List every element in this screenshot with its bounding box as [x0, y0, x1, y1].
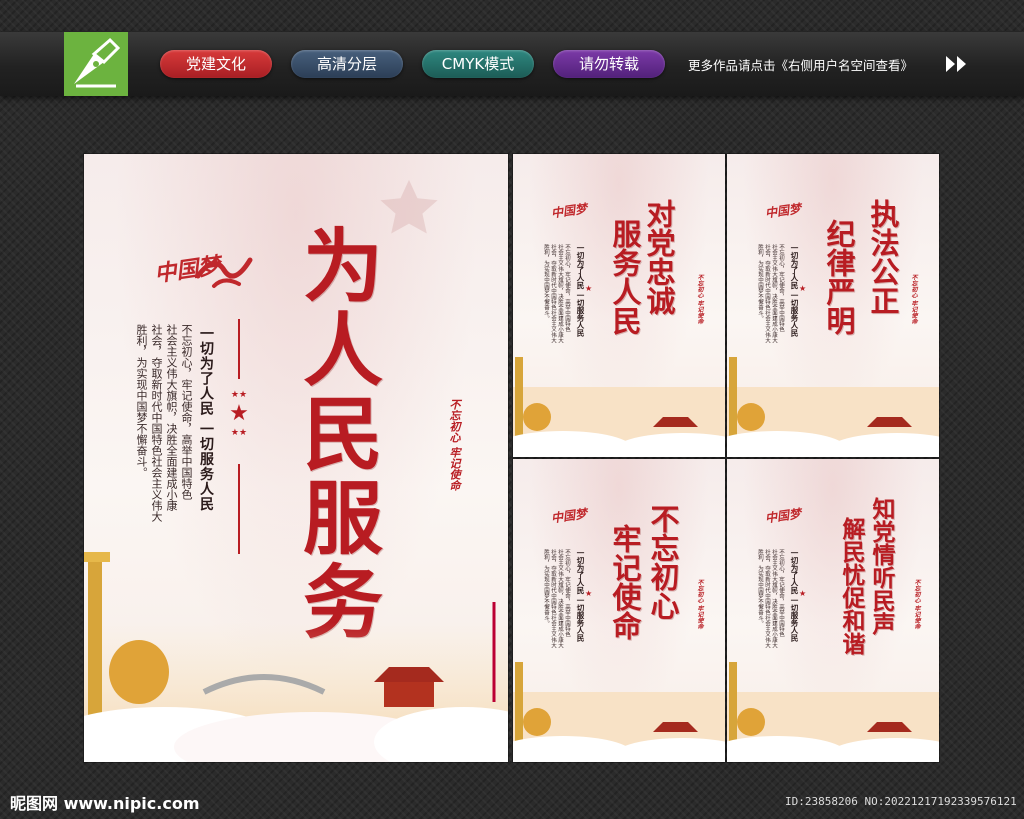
small-body-2: 社会主义伟大旗帜，决胜全面建成小康大	[771, 244, 777, 343]
site-logo[interactable]	[64, 32, 128, 96]
small-poster-2: 中国梦 执法公正 纪律严明 一切为了人民 一切服务人民 不忘初心，牢记使命，高举…	[727, 154, 939, 457]
tag-party-culture[interactable]: 党建文化	[160, 50, 272, 78]
small-title-b: 牢记使命	[608, 524, 642, 640]
small-title-b: 解民忧促和谐	[838, 517, 865, 655]
small-body-1: 不忘初心，牢记使命，高举中国特色	[564, 244, 570, 332]
tag-no-repost[interactable]: 请勿转载	[553, 50, 665, 78]
small-poster-3: 中国梦 不忘初心 牢记使命 一切为了人民 一切服务人民 不忘初心，牢记使命，高举…	[513, 459, 725, 762]
small-title-a: 知党情听民声	[868, 497, 895, 635]
stars-ornament: ★	[585, 284, 593, 293]
china-dream-brand: 中国梦	[550, 506, 588, 526]
stars-ornament: ★	[585, 589, 593, 598]
small-title-b: 服务人民	[608, 219, 642, 335]
small-title-a: 对党忠诚	[642, 199, 676, 315]
china-dream-brush-icon	[195, 257, 253, 288]
landmark-cloud-scene	[513, 357, 725, 457]
small-body-3: 社会，夺取新时代中国特色社会主义伟大	[550, 244, 556, 343]
slogan-divider-top	[238, 319, 240, 379]
main-poster: 中国梦 为人民服务 一切为了人民 一切服务人民 ★★ ★ ★★ 不忘初心，牢记使命，…	[84, 154, 508, 762]
small-title-a: 不忘初心	[646, 504, 680, 620]
small-body-1: 不忘初心，牢记使命，高举中国特色	[778, 549, 784, 637]
stars-ornament: ★	[799, 589, 807, 598]
more-works-hint[interactable]: 更多作品请点击《右侧用户名空间查看》	[688, 55, 913, 74]
small-body-4: 胜利，为实现中国梦不懈奋斗。	[757, 549, 763, 626]
small-body-3: 社会，夺取新时代中国特色社会主义伟大	[764, 549, 770, 648]
small-stamp: 不忘初心 牢记使命	[696, 579, 703, 630]
landmark-cloud-scene	[727, 662, 939, 762]
small-body-4: 胜利，为实现中国梦不懈奋斗。	[543, 244, 549, 321]
slogan-divider-bottom	[238, 464, 240, 554]
landmark-cloud-scene	[84, 552, 508, 762]
small-title-a: 执法公正	[866, 199, 900, 315]
china-dream-brand: 中国梦	[550, 201, 588, 221]
small-stamp: 不忘初心 牢记使命	[696, 274, 703, 325]
main-body-col-2: 社会主义伟大旗帜，决胜全面建成小康	[165, 324, 178, 511]
stars-ornament: ★★ ★ ★★	[229, 390, 249, 438]
main-body-col-3: 社会，夺取新时代中国特色社会主义伟大	[150, 324, 163, 522]
main-body-col-1: 不忘初心，牢记使命，高举中国特色	[180, 324, 193, 500]
tag-hd-layers[interactable]: 高清分层	[291, 50, 403, 78]
double-chevron-right-icon[interactable]	[944, 54, 970, 74]
pen-nib-icon	[74, 37, 121, 88]
landmark-cloud-scene	[727, 357, 939, 457]
small-body-2: 社会主义伟大旗帜，决胜全面建成小康大	[771, 549, 777, 648]
small-poster-1: 中国梦 对党忠诚 服务人民 一切为了人民 一切服务人民 不忘初心，牢记使命，高举…	[513, 154, 725, 457]
small-body-4: 胜利，为实现中国梦不懈奋斗。	[757, 244, 763, 321]
small-body-1: 不忘初心，牢记使命，高举中国特色	[564, 549, 570, 637]
small-body-4: 胜利，为实现中国梦不懈奋斗。	[543, 549, 549, 626]
small-body-2: 社会主义伟大旗帜，决胜全面建成小康大	[557, 549, 563, 648]
tag-cmyk-mode[interactable]: CMYK模式	[422, 50, 534, 78]
site-watermark: 昵图网 www.nipic.com	[10, 794, 200, 813]
small-body-3: 社会，夺取新时代中国特色社会主义伟大	[550, 549, 556, 648]
small-title-b: 纪律严明	[822, 219, 856, 335]
image-id-label: ID:23858206 NO:20221217192339576121	[785, 795, 1017, 808]
small-body-2: 社会主义伟大旗帜，决胜全面建成小康大	[557, 244, 563, 343]
small-stamp: 不忘初心 牢记使命	[913, 579, 920, 630]
landmark-cloud-scene	[513, 662, 725, 762]
small-body-1: 不忘初心，牢记使命，高举中国特色	[778, 244, 784, 332]
small-poster-4: 中国梦 知党情听民声 解民忧促和谐 一切为了人民 一切服务人民 不忘初心，牢记使…	[727, 459, 939, 762]
stars-ornament: ★	[799, 284, 807, 293]
small-stamp: 不忘初心 牢记使命	[910, 274, 917, 325]
small-body-3: 社会，夺取新时代中国特色社会主义伟大	[764, 244, 770, 343]
china-dream-brand: 中国梦	[764, 506, 802, 526]
china-dream-brand: 中国梦	[764, 201, 802, 221]
main-stamp: 不忘初心 牢记使命	[448, 399, 461, 491]
main-body-col-4: 胜利，为实现中国梦不懈奋斗。	[135, 324, 148, 478]
background-star-icon	[380, 179, 438, 234]
main-slogan: 一切为了人民 一切服务人民	[198, 326, 214, 512]
